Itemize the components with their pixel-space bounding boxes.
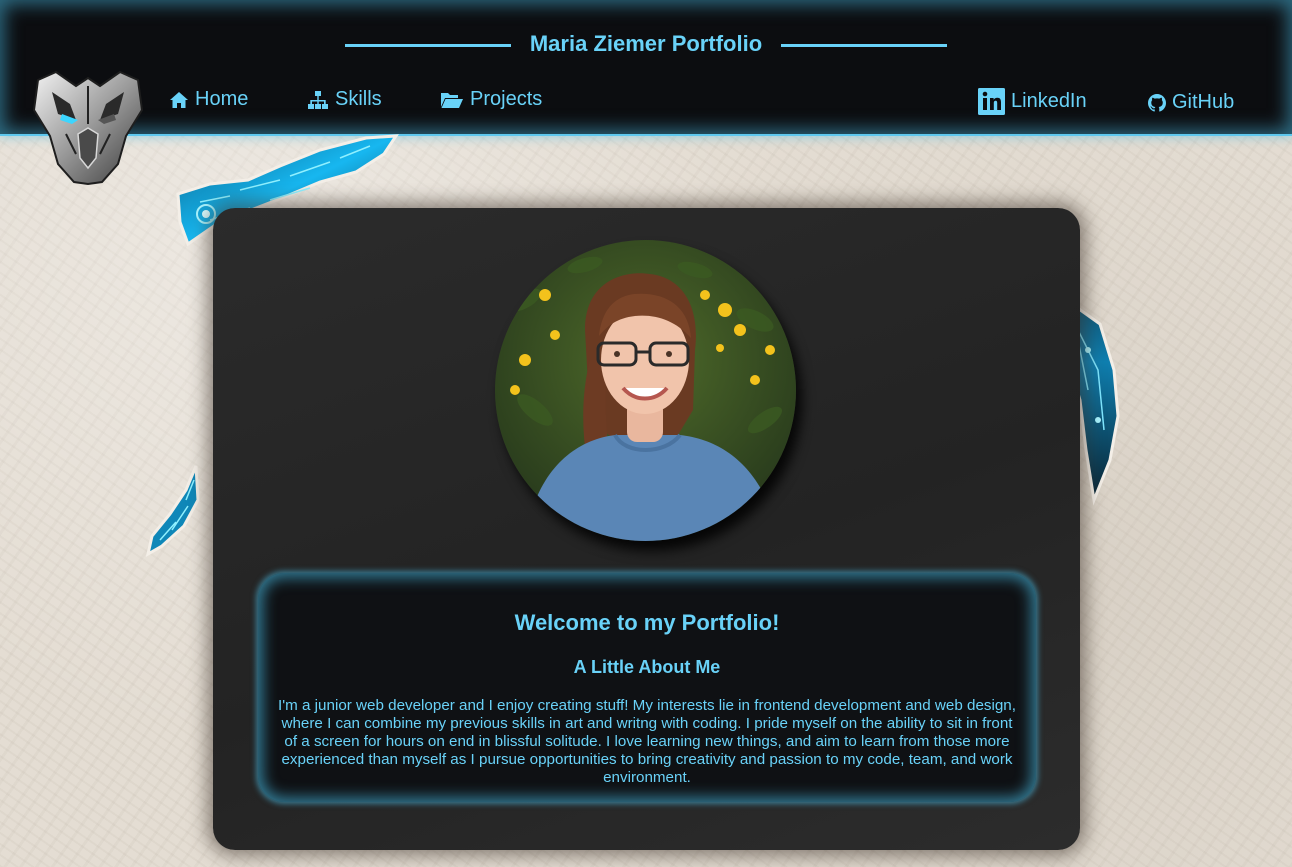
linkedin-link[interactable]: LinkedIn [978,88,1087,115]
folder-open-icon [441,92,463,108]
profile-photo [495,240,796,541]
sitemap-icon [308,90,328,109]
linkedin-icon [978,88,1005,115]
title-decoration-right [781,44,947,47]
github-icon [1148,93,1166,112]
profile-photo-image [495,240,796,541]
main-card: Welcome to my Portfolio! A Little About … [213,208,1080,850]
nav-projects-link[interactable]: Projects [440,88,542,111]
home-icon [170,91,188,108]
welcome-heading: Welcome to my Portfolio! [514,610,780,635]
site-header: Maria Ziemer Portfolio Home Skills Proje… [0,0,1292,136]
torn-paper-circuit-left [145,465,200,557]
robot-mask-logo[interactable] [26,64,150,188]
about-section: Welcome to my Portfolio! A Little About … [258,573,1036,802]
about-text: I'm a junior web developer and I enjoy c… [278,697,1016,786]
nav-skills-link[interactable]: Skills [307,88,382,111]
nav-home-label: Home [195,88,249,110]
nav-projects-label: Projects [470,88,543,110]
github-link[interactable]: GitHub [1148,91,1234,114]
nav-skills-label: Skills [335,88,382,110]
linkedin-label: LinkedIn [1011,90,1087,112]
nav-home-link[interactable]: Home [169,88,248,111]
about-heading: A Little About Me [573,657,721,677]
site-title: Maria Ziemer Portfolio [529,31,763,56]
github-label: GitHub [1172,91,1235,113]
